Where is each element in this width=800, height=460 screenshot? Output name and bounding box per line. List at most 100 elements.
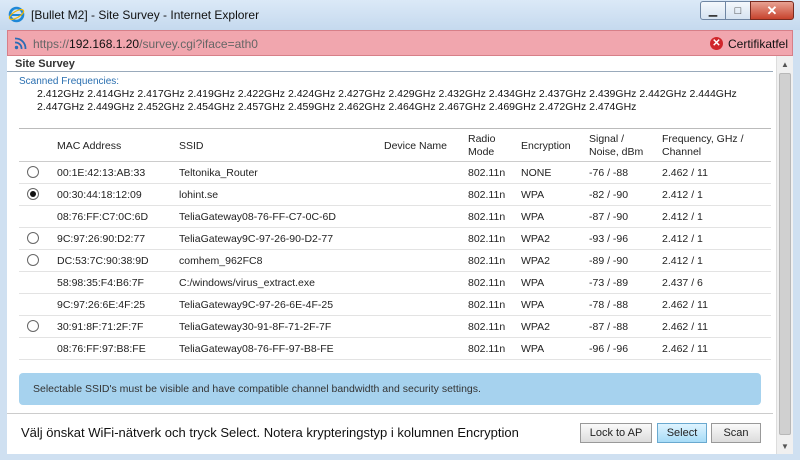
cell-mac: 30:91:8F:71:2F:7F	[57, 321, 144, 333]
cell-mode: 802.11n	[468, 167, 506, 179]
vertical-scrollbar[interactable]: ▲ ▼	[776, 56, 793, 454]
rss-icon	[14, 37, 27, 50]
table-row[interactable]: 30:91:8F:71:2F:7F TeliaGateway30-91-8F-71…	[19, 316, 771, 338]
cell-freq: 2.462 / 11	[662, 321, 708, 333]
cell-signal: -78 / -88	[589, 299, 629, 311]
cell-mode: 802.11n	[468, 189, 506, 201]
cell-mode: 802.11n	[468, 299, 506, 311]
cell-mode: 802.11n	[468, 255, 506, 267]
close-icon: ✕	[766, 2, 778, 18]
table-row: 08:76:FF:97:B8:FE TeliaGateway08-76-FF-97…	[19, 338, 771, 360]
page-content: Site Survey Scanned Frequencies: 2.412GH…	[7, 56, 793, 454]
minimize-icon: ▁	[708, 5, 718, 17]
radio-button-icon[interactable]	[27, 188, 39, 200]
cert-error-icon[interactable]: ✕	[710, 37, 723, 50]
instruction-text: Välj önskat WiFi-nätverk och tryck Selec…	[21, 425, 519, 440]
cell-signal: -96 / -96	[589, 343, 629, 355]
section-title: Site Survey	[15, 58, 75, 70]
table-row: 08:76:FF:C7:0C:6D TeliaGateway08-76-FF-C7…	[19, 206, 771, 228]
cell-mode: 802.11n	[468, 277, 506, 289]
radio-button-icon[interactable]	[27, 320, 39, 332]
cell-freq: 2.412 / 1	[662, 211, 703, 223]
lock-to-ap-button[interactable]: Lock to AP	[580, 423, 652, 443]
cell-encryption: WPA	[521, 277, 545, 289]
address-bar[interactable]: https://192.168.1.20/survey.cgi?iface=at…	[7, 30, 793, 56]
col-channel-label: Channel	[662, 146, 702, 158]
cell-signal: -87 / -90	[589, 211, 629, 223]
url-scheme: https://	[33, 37, 70, 51]
select-button[interactable]: Select	[657, 423, 707, 443]
col-device-name: Device Name	[384, 140, 448, 152]
table-row: 58:98:35:F4:B6:7F C:/windows/virus_extrac…	[19, 272, 771, 294]
cell-encryption: WPA	[521, 343, 545, 355]
radio-button-icon[interactable]	[27, 232, 39, 244]
radio-button-icon[interactable]	[27, 166, 39, 178]
col-radio-label: Radio	[468, 133, 496, 145]
cell-encryption: WPA2	[521, 255, 550, 267]
scroll-up-icon[interactable]: ▲	[777, 56, 793, 72]
table-row[interactable]: 00:30:44:18:12:09 lohint.se 802.11n WPA -82 …	[19, 184, 771, 206]
cell-encryption: WPA	[521, 211, 545, 223]
cell-signal: -93 / -96	[589, 233, 629, 245]
window-titlebar: [Bullet M2] - Site Survey - Internet Exp…	[0, 0, 800, 30]
cell-encryption: WPA2	[521, 321, 550, 333]
cell-ssid: TeliaGateway9C-97-26-6E-4F-25	[179, 299, 334, 311]
cell-ssid: TeliaGateway30-91-8F-71-2F-7F	[179, 321, 332, 333]
cell-ssid: TeliaGateway08-76-FF-C7-0C-6D	[179, 211, 336, 223]
cell-mac: 08:76:FF:C7:0C:6D	[57, 211, 149, 223]
cell-mac: 9C:97:26:6E:4F:25	[57, 299, 146, 311]
cell-mac: 58:98:35:F4:B6:7F	[57, 277, 144, 289]
col-mode-label: Mode	[468, 146, 495, 158]
cell-freq: 2.462 / 11	[662, 343, 708, 355]
col-radio-mode: Radio Mode	[468, 133, 495, 159]
radio-button-icon[interactable]	[27, 254, 39, 266]
cell-ssid: TeliaGateway9C-97-26-90-D2-77	[179, 233, 334, 245]
table-row: 9C:97:26:6E:4F:25 TeliaGateway9C-97-26-6E…	[19, 294, 771, 316]
cell-ssid: TeliaGateway08-76-FF-97-B8-FE	[179, 343, 334, 355]
cell-mode: 802.11n	[468, 321, 506, 333]
table-row[interactable]: 00:1E:42:13:AB:33 Teltonika_Router 802.11n…	[19, 162, 771, 184]
cell-freq: 2.462 / 11	[662, 299, 708, 311]
footer-divider	[7, 413, 773, 414]
col-encryption: Encryption	[521, 140, 571, 152]
col-signal-label: Signal /	[589, 133, 625, 145]
cell-mac: 08:76:FF:97:B8:FE	[57, 343, 146, 355]
table-row[interactable]: 9C:97:26:90:D2:77 TeliaGateway9C-97-26-90…	[19, 228, 771, 250]
scroll-thumb[interactable]	[779, 73, 791, 435]
cell-ssid: Teltonika_Router	[179, 167, 258, 179]
col-mac-address: MAC Address	[57, 140, 122, 152]
col-noise-label: Noise, dBm	[589, 146, 644, 158]
cell-freq: 2.437 / 6	[662, 277, 703, 289]
window-title: [Bullet M2] - Site Survey - Internet Exp…	[31, 8, 260, 22]
cell-mode: 802.11n	[468, 343, 506, 355]
url-host: 192.168.1.20	[69, 37, 140, 51]
ie-icon	[8, 6, 25, 23]
info-message: Selectable SSID's must be visible and ha…	[19, 373, 761, 405]
cell-mac: 00:30:44:18:12:09	[57, 189, 142, 201]
scanned-frequencies-list: 2.412GHz 2.414GHz 2.417GHz 2.419GHz 2.42…	[37, 88, 737, 113]
col-frequency-channel: Frequency, GHz / Channel	[662, 133, 744, 159]
cell-mac: 00:1E:42:13:AB:33	[57, 167, 146, 179]
certificate-error-label[interactable]: Certifikatfel	[728, 37, 788, 51]
minimize-button[interactable]: ▁	[700, 1, 726, 20]
close-button[interactable]: ✕	[750, 1, 794, 20]
maximize-icon: □	[734, 4, 742, 17]
section-divider	[7, 71, 773, 72]
cell-ssid: lohint.se	[179, 189, 219, 201]
cell-encryption: WPA2	[521, 233, 550, 245]
col-ssid: SSID	[179, 140, 204, 152]
col-frequency-label: Frequency, GHz /	[662, 133, 744, 145]
cell-signal: -89 / -90	[589, 255, 629, 267]
url-text: https://192.168.1.20/survey.cgi?iface=at…	[33, 37, 258, 51]
cell-mode: 802.11n	[468, 211, 506, 223]
cell-encryption: WPA	[521, 189, 545, 201]
cell-encryption: NONE	[521, 167, 552, 179]
table-row[interactable]: DC:53:7C:90:38:9D comhem_962FC8 802.11n WPA…	[19, 250, 771, 272]
cell-freq: 2.412 / 1	[662, 189, 703, 201]
cell-freq: 2.412 / 1	[662, 233, 703, 245]
col-signal-noise: Signal / Noise, dBm	[589, 133, 643, 159]
maximize-button[interactable]: □	[725, 1, 751, 20]
scan-button[interactable]: Scan	[711, 423, 761, 443]
cell-mac: 9C:97:26:90:D2:77	[57, 233, 146, 245]
scroll-down-icon[interactable]: ▼	[777, 438, 793, 454]
